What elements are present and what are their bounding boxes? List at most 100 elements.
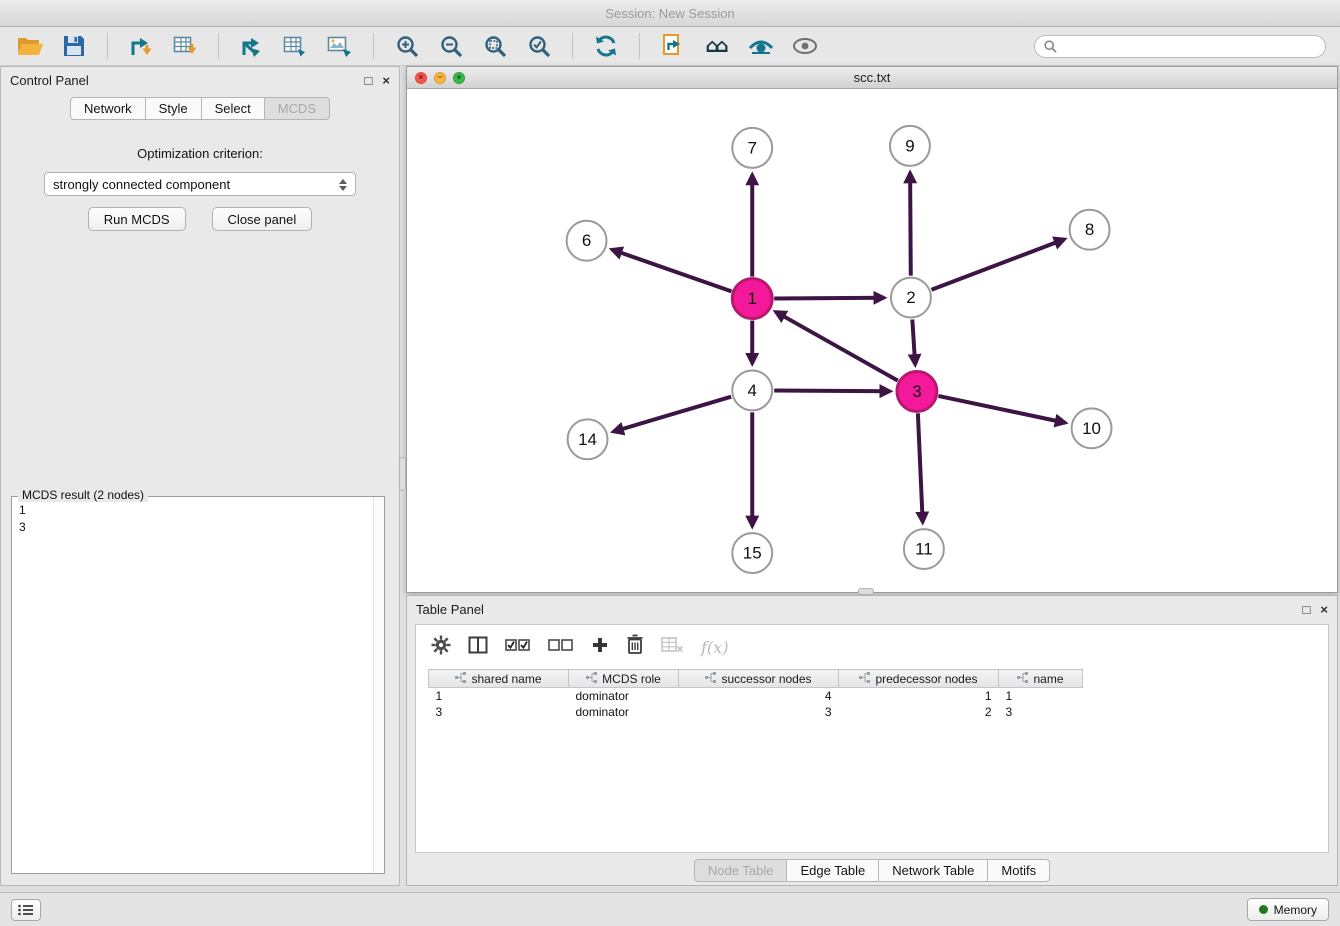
zoom-selected-icon xyxy=(527,34,552,59)
network-canvas[interactable]: 7 9 6 8 1 2 4 3 14 10 15 11 xyxy=(407,90,1337,592)
refresh-view-button[interactable] xyxy=(590,31,622,61)
table-cell[interactable]: 4 xyxy=(679,688,839,704)
minimize-window-icon[interactable]: − xyxy=(434,72,446,84)
delete-column-button[interactable] xyxy=(626,634,644,660)
run-mcds-button[interactable]: Run MCDS xyxy=(88,207,186,231)
table-tab-edge-table[interactable]: Edge Table xyxy=(786,859,879,882)
graph-node-10[interactable]: 10 xyxy=(1072,408,1112,448)
clone-network-button[interactable] xyxy=(657,31,689,61)
table-cell[interactable]: dominator xyxy=(569,688,679,704)
search-icon xyxy=(1044,40,1057,53)
table-row[interactable]: 3dominator323 xyxy=(429,704,1083,720)
layout-home-button[interactable]: ⌂⌂ xyxy=(701,31,733,61)
edge-4-3[interactable] xyxy=(774,391,890,392)
save-session-button[interactable] xyxy=(58,31,90,61)
edge-1-6[interactable] xyxy=(612,250,732,292)
close-panel-icon[interactable]: × xyxy=(382,74,390,87)
edge-2-3[interactable] xyxy=(912,319,915,364)
new-network-button[interactable] xyxy=(236,31,268,61)
graph-node-6[interactable]: 6 xyxy=(567,221,607,261)
new-network-icon xyxy=(239,34,265,58)
result-scrollbar[interactable] xyxy=(373,497,384,873)
maximize-window-icon[interactable]: + xyxy=(453,72,465,84)
close-window-icon[interactable]: × xyxy=(415,72,427,84)
graph-node-3[interactable]: 3 xyxy=(897,371,937,411)
table-cell[interactable]: dominator xyxy=(569,704,679,720)
table-cell[interactable]: 1 xyxy=(839,688,999,704)
graph-node-8[interactable]: 8 xyxy=(1070,210,1110,250)
gear-icon xyxy=(431,635,451,655)
create-column-button[interactable] xyxy=(591,636,609,659)
zoom-in-button[interactable] xyxy=(391,31,423,61)
optimization-criterion-select[interactable]: strongly connected component xyxy=(44,172,356,196)
memory-button[interactable]: Memory xyxy=(1247,898,1329,921)
graph-node-1[interactable]: 1 xyxy=(732,279,772,319)
table-cell[interactable]: 3 xyxy=(999,704,1083,720)
toolbar-separator xyxy=(107,33,108,59)
column-namespace-icon xyxy=(705,672,716,686)
float-table-panel-icon[interactable]: □ xyxy=(1303,603,1311,616)
table-cell[interactable]: 3 xyxy=(679,704,839,720)
export-image-button[interactable] xyxy=(324,31,356,61)
select-all-rows-button[interactable] xyxy=(505,637,531,658)
tab-mcds[interactable]: MCDS xyxy=(264,97,330,120)
pane-splitter-handle-horizontal[interactable] xyxy=(858,588,874,595)
column-header-successor-nodes[interactable]: successor nodes xyxy=(679,670,839,688)
toggle-graphics-button[interactable] xyxy=(789,31,821,61)
graph-node-7[interactable]: 7 xyxy=(732,128,772,168)
close-table-panel-icon[interactable]: × xyxy=(1320,603,1328,616)
edge-2-8[interactable] xyxy=(931,239,1064,289)
table-cell[interactable]: 2 xyxy=(839,704,999,720)
tab-select[interactable]: Select xyxy=(201,97,265,120)
edge-4-14[interactable] xyxy=(613,397,731,432)
graph-node-14[interactable]: 14 xyxy=(568,419,608,459)
tab-network[interactable]: Network xyxy=(70,97,146,120)
edge-2-9[interactable] xyxy=(910,173,911,276)
network-graph[interactable]: 7 9 6 8 1 2 4 3 14 10 15 11 xyxy=(407,90,1337,592)
graph-node-15[interactable]: 15 xyxy=(732,533,772,573)
table-tab-network-table[interactable]: Network Table xyxy=(878,859,988,882)
graph-node-2[interactable]: 2 xyxy=(891,278,931,318)
table-tab-node-table[interactable]: Node Table xyxy=(694,859,788,882)
edge-3-10[interactable] xyxy=(938,396,1065,423)
table-settings-button[interactable] xyxy=(431,635,451,660)
column-header-shared-name[interactable]: shared name xyxy=(429,670,569,688)
column-header-MCDS-role[interactable]: MCDS role xyxy=(569,670,679,688)
table-cell[interactable]: 1 xyxy=(999,688,1083,704)
search-input[interactable] xyxy=(1063,39,1316,53)
unchecked-boxes-icon xyxy=(548,637,574,653)
table-toolbar: f(x) xyxy=(416,625,1328,669)
apply-style-button[interactable] xyxy=(745,31,777,61)
tab-style[interactable]: Style xyxy=(145,97,202,120)
column-header-predecessor-nodes[interactable]: predecessor nodes xyxy=(839,670,999,688)
network-view-window[interactable]: × − + scc.txt 7 9 6 8 1 2 4 3 14 10 15 11 xyxy=(406,66,1338,593)
edge-1-2[interactable] xyxy=(774,298,884,299)
zoom-selected-button[interactable] xyxy=(523,31,555,61)
import-network-button[interactable] xyxy=(125,31,157,61)
graph-node-11[interactable]: 11 xyxy=(904,529,944,569)
table-row[interactable]: 1dominator411 xyxy=(429,688,1083,704)
network-window-titlebar[interactable]: × − + scc.txt xyxy=(407,67,1337,89)
graph-node-4[interactable]: 4 xyxy=(732,370,772,410)
open-session-button[interactable] xyxy=(14,31,46,61)
deselect-all-rows-button[interactable] xyxy=(548,637,574,658)
table-cell[interactable]: 3 xyxy=(429,704,569,720)
graph-node-9[interactable]: 9 xyxy=(890,126,930,166)
zoom-fit-button[interactable] xyxy=(479,31,511,61)
float-panel-icon[interactable]: □ xyxy=(365,74,373,87)
table-cell[interactable]: 1 xyxy=(429,688,569,704)
import-table-button[interactable] xyxy=(169,31,201,61)
table-tab-motifs[interactable]: Motifs xyxy=(987,859,1050,882)
table-tabs: Node TableEdge TableNetwork TableMotifs xyxy=(407,859,1337,882)
new-table-button[interactable] xyxy=(280,31,312,61)
toolbar-search[interactable] xyxy=(1034,35,1326,58)
column-header-name[interactable]: name xyxy=(999,670,1083,688)
show-column-button[interactable] xyxy=(468,635,488,660)
close-panel-button[interactable]: Close panel xyxy=(212,207,313,231)
edge-3-1[interactable] xyxy=(776,312,898,381)
zoom-out-button[interactable] xyxy=(435,31,467,61)
edge-3-11[interactable] xyxy=(918,413,923,522)
pane-splitter-handle-vertical[interactable] xyxy=(399,457,406,491)
new-table-icon xyxy=(283,34,309,58)
task-history-button[interactable] xyxy=(11,899,41,921)
